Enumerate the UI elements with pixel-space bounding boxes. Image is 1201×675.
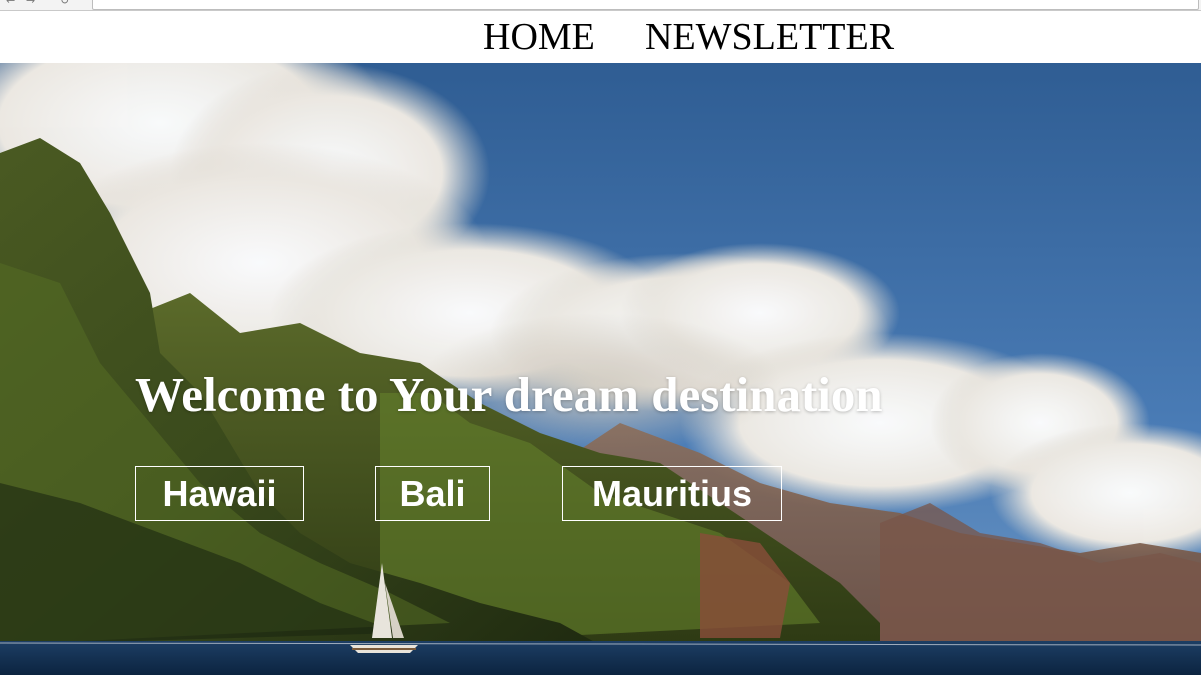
nav-link-newsletter[interactable]: NEWSLETTER [645, 15, 894, 59]
hero-title: Welcome to Your dream destination [135, 367, 883, 422]
back-arrow-icon[interactable]: ← [6, 0, 15, 7]
destination-button-hawaii[interactable]: Hawaii [135, 466, 304, 521]
address-bar[interactable] [92, 0, 1199, 10]
destination-button-bali[interactable]: Bali [375, 466, 490, 521]
browser-toolbar: ← → ↻ [0, 0, 1201, 11]
nav-link-home[interactable]: HOME [483, 15, 595, 59]
reload-icon[interactable]: ↻ [60, 0, 69, 7]
hero-section: Welcome to Your dream destination Hawaii… [0, 63, 1201, 675]
destination-button-mauritius[interactable]: Mauritius [562, 466, 782, 521]
top-navigation: HOME NEWSLETTER [0, 11, 1201, 63]
forward-arrow-icon[interactable]: → [26, 0, 35, 7]
